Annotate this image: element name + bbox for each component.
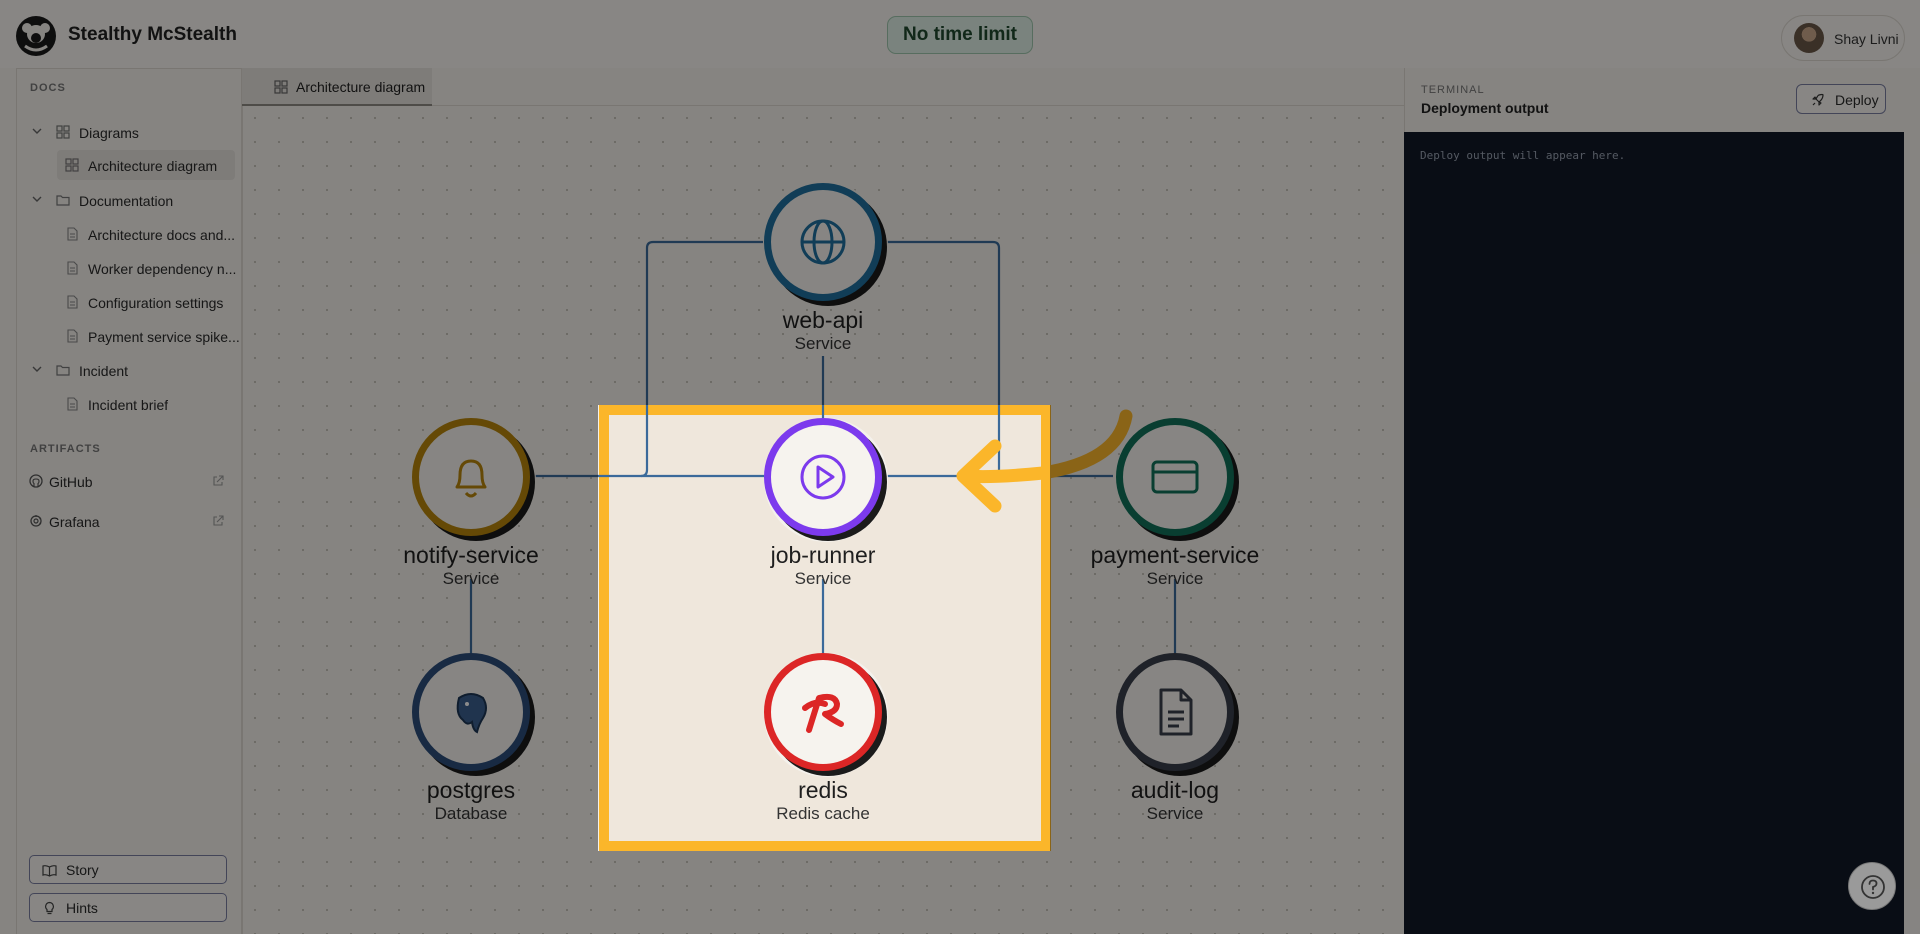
node-type: Service — [1146, 569, 1204, 588]
node-type: Service — [442, 569, 500, 588]
story-button-label: Story — [66, 862, 99, 878]
tree-item-doc[interactable]: Payment service spike... — [17, 321, 241, 351]
tab-label: Architecture diagram — [296, 79, 426, 95]
chevron-down-icon — [32, 128, 42, 134]
tree-folder-documentation[interactable]: Documentation — [17, 185, 241, 215]
tree-label: Diagrams — [79, 125, 139, 141]
postgres-icon — [456, 693, 487, 734]
play-icon — [800, 454, 846, 500]
tree-item-doc[interactable]: Configuration settings — [17, 287, 241, 317]
tree-label: Worker dependency n... — [88, 261, 237, 277]
terminal-header: TERMINAL Deployment output Deploy — [1404, 68, 1920, 132]
node-web-api[interactable] — [764, 183, 888, 307]
diagram-canvas[interactable]: web-api Service notify-service Service j… — [242, 106, 1404, 934]
node-name: web-api — [782, 307, 864, 333]
node-name: audit-log — [1130, 777, 1220, 803]
tab-bar: Architecture diagram — [242, 68, 1404, 106]
tree-label: Architecture docs and... — [88, 227, 236, 243]
tab-architecture-diagram[interactable]: Architecture diagram — [242, 68, 432, 106]
file-icon — [67, 261, 78, 275]
docs-section-label: DOCS — [30, 82, 66, 94]
node-job-runner[interactable] — [764, 418, 888, 542]
tree-item-doc[interactable]: Architecture docs and... — [17, 219, 241, 249]
book-open-icon — [42, 865, 57, 877]
edge-web-api-notify — [640, 240, 763, 478]
github-icon — [29, 474, 43, 488]
node-name: notify-service — [403, 542, 539, 568]
grid-icon — [274, 80, 288, 94]
node-audit-log[interactable] — [1116, 653, 1240, 777]
deploy-button[interactable]: Deploy — [1796, 84, 1886, 114]
app-logo-icon — [16, 16, 56, 56]
node-type: Service — [794, 334, 852, 353]
node-name: postgres — [426, 777, 516, 803]
node-type: Service — [1146, 804, 1204, 823]
node-name: redis — [798, 777, 848, 803]
tree-label: Incident — [79, 363, 129, 379]
grafana-icon — [30, 515, 42, 527]
node-name: payment-service — [1090, 542, 1260, 568]
terminal-output-panel[interactable]: Deploy output will appear here. — [1404, 132, 1904, 934]
terminal-output-text: Deploy output will appear here. — [1420, 149, 1626, 162]
node-redis[interactable] — [764, 653, 888, 777]
sidebar: DOCS Diagrams Architecture diagram Docum… — [16, 68, 242, 934]
tree-label: Architecture diagram — [88, 158, 218, 174]
external-link-icon — [213, 475, 224, 486]
external-link-icon — [213, 515, 224, 526]
file-icon — [67, 295, 78, 309]
hints-button-label: Hints — [66, 900, 98, 916]
artifacts-section-label: ARTIFACTS — [30, 443, 101, 455]
tree-label: Configuration settings — [88, 295, 224, 311]
tree-item-incident-brief[interactable]: Incident brief — [17, 389, 241, 419]
terminal-label: TERMINAL — [1421, 84, 1485, 96]
hints-button[interactable]: Hints — [29, 893, 227, 922]
tree-label: Documentation — [79, 193, 174, 209]
tree-folder-diagrams[interactable]: Diagrams — [17, 117, 241, 147]
node-notify-service[interactable] — [412, 418, 536, 542]
grid-icon — [65, 158, 79, 172]
artifact-label: Grafana — [49, 514, 100, 530]
tree-item-doc[interactable]: Worker dependency n... — [17, 253, 241, 283]
node-type: Service — [794, 569, 852, 588]
file-icon — [67, 397, 78, 411]
deploy-button-label: Deploy — [1835, 92, 1879, 108]
folder-icon — [56, 195, 70, 206]
help-button[interactable] — [1848, 862, 1896, 910]
question-circle-icon — [1861, 875, 1885, 899]
file-icon — [67, 227, 78, 241]
tree-folder-incident[interactable]: Incident — [17, 355, 241, 385]
node-type: Redis cache — [776, 804, 870, 823]
node-type: Database — [434, 804, 508, 823]
time-limit-badge: No time limit — [887, 16, 1033, 54]
user-name: Shay Livni — [1834, 31, 1899, 47]
folder-icon — [56, 365, 70, 376]
pointer-arrow-icon — [956, 409, 1133, 513]
document-icon — [1159, 688, 1193, 736]
grid-icon — [56, 125, 70, 139]
artifact-link-github[interactable]: GitHub — [17, 466, 241, 496]
top-bar: Stealthy McStealth No time limit Shay Li… — [0, 0, 1920, 68]
tree-label: Payment service spike... — [88, 329, 240, 345]
app-title: Stealthy McStealth — [68, 24, 237, 45]
rocket-icon — [1812, 93, 1824, 106]
artifact-link-grafana[interactable]: Grafana — [17, 506, 241, 536]
redis-icon — [802, 693, 844, 733]
lightbulb-icon — [45, 901, 54, 915]
avatar — [1794, 23, 1824, 53]
chevron-down-icon — [32, 196, 42, 202]
file-icon — [67, 329, 78, 343]
tree-label: Incident brief — [88, 397, 169, 413]
story-button[interactable]: Story — [29, 855, 227, 884]
globe-icon — [800, 219, 846, 265]
user-menu[interactable]: Shay Livni — [1781, 15, 1905, 61]
chevron-down-icon — [32, 366, 42, 372]
tree-item-architecture-diagram[interactable]: Architecture diagram — [57, 150, 235, 180]
bell-icon — [455, 459, 487, 498]
node-postgres[interactable] — [412, 653, 536, 777]
node-name: job-runner — [770, 542, 876, 568]
artifact-label: GitHub — [49, 474, 93, 490]
terminal-title: Deployment output — [1421, 100, 1549, 116]
